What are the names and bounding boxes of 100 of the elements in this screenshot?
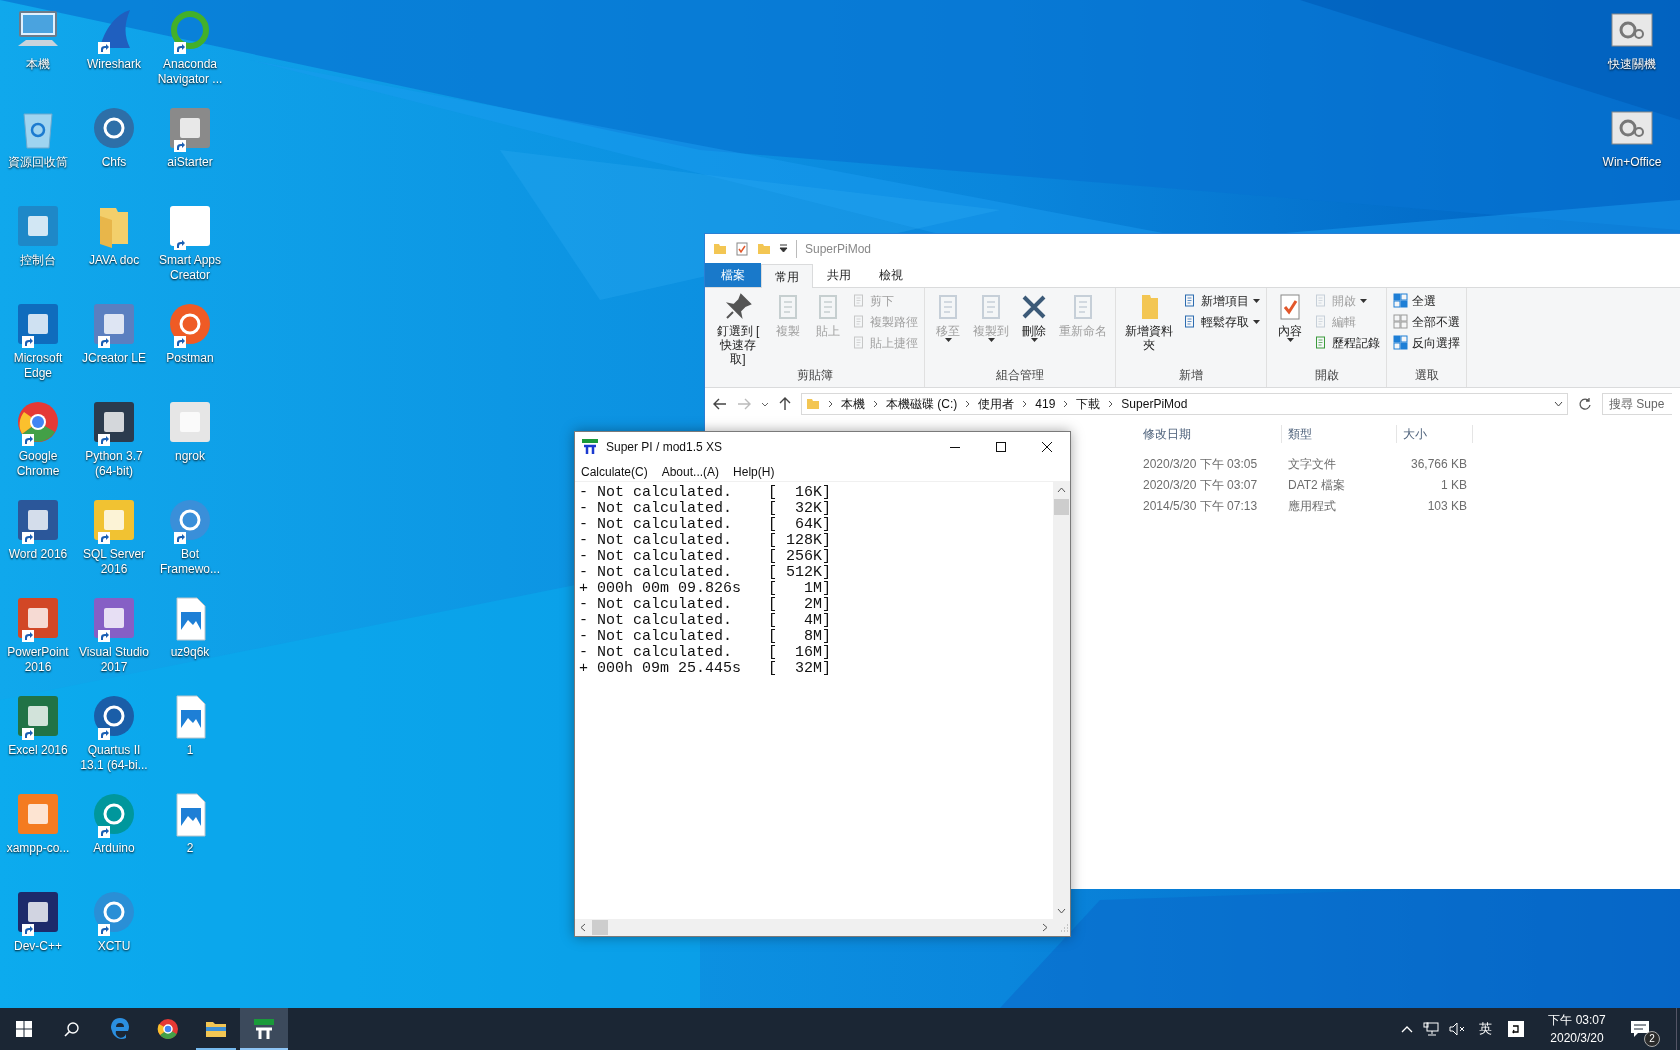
table-cell-text: 36,766 KB	[1409, 455, 1468, 473]
desktop-icon-label[interactable]: Python 3.7 (64-bit)	[77, 449, 151, 479]
desktop-icon-label[interactable]: Quartus II 13.1 (64-bi...	[77, 743, 151, 773]
desktop-icon-label[interactable]: Arduino	[77, 841, 151, 856]
clock[interactable]: 下午 03:07 2020/3/20	[1538, 1011, 1616, 1047]
desktop-icon-label[interactable]: JAVA doc	[77, 253, 151, 268]
chevron-up-icon[interactable]	[1401, 1025, 1413, 1033]
back-arrow-icon[interactable]	[713, 398, 727, 410]
desktop-icon-label[interactable]: Visual Studio 2017	[77, 645, 151, 675]
ribbon-tab[interactable]: 檔案	[705, 263, 761, 287]
breadcrumb-item[interactable]: 本機磁碟 (C:)	[886, 395, 958, 413]
refresh-icon[interactable]	[1578, 397, 1592, 411]
select-all-icon	[1393, 293, 1408, 308]
ribbon-tab[interactable]: 檢視	[865, 263, 917, 287]
browser-icon	[108, 1017, 132, 1041]
breadcrumb-item[interactable]: 使用者	[978, 395, 1015, 413]
input-language[interactable]: 英	[1479, 1019, 1492, 1039]
ribbon-button[interactable]: 歷程記錄	[1313, 332, 1380, 353]
desktop-icon-label[interactable]: Smart Apps Creator	[153, 253, 227, 283]
desktop-icon-label[interactable]: aiStarter	[153, 155, 227, 170]
chevron-icon[interactable]	[828, 400, 833, 408]
scrollbar-thumb[interactable]	[592, 920, 608, 935]
result-line: - Not calculated. [ 16K]	[579, 485, 833, 501]
chevron-icon[interactable]	[873, 400, 878, 408]
desktop-icon-label[interactable]: Dev-C++	[1, 939, 75, 954]
desktop-icon-label[interactable]: 本機	[1, 57, 75, 72]
desktop-icon-label[interactable]: PowerPoint 2016	[1, 645, 75, 675]
caret-icon[interactable]	[761, 401, 769, 407]
ribbon-button[interactable]: 全部不選	[1393, 311, 1460, 332]
breadcrumb-item[interactable]: SuperPiMod	[1121, 395, 1188, 413]
desktop-icon-label[interactable]: 1	[153, 743, 227, 758]
menu-item[interactable]: About...(A)	[661, 462, 720, 481]
up-arrow-icon[interactable]	[779, 397, 791, 411]
breadcrumb-item[interactable]: 下載	[1076, 395, 1101, 413]
caret-icon[interactable]	[1554, 401, 1563, 407]
ribbon-button[interactable]: 全選	[1393, 290, 1460, 311]
pin-icon	[723, 292, 753, 322]
desktop-icon-label[interactable]: Excel 2016	[1, 743, 75, 758]
address-bar[interactable]: 本機 本機磁碟 (C:) 使用者 419 下載 SuperPiMod	[801, 393, 1568, 415]
desktop-icon-label[interactable]: JCreator LE	[77, 351, 151, 366]
desktop-icon-label[interactable]: Bot Framewo...	[153, 547, 227, 577]
desktop-icon-label[interactable]: uz9q6k	[153, 645, 227, 660]
close-icon	[1042, 442, 1052, 452]
ribbon-button[interactable]: 釘選到 [ 快速存取]	[709, 288, 767, 366]
vertical-scrollbar[interactable]	[1053, 482, 1070, 919]
taskbar-app-button[interactable]	[240, 1008, 288, 1050]
column-header[interactable]: 類型	[1282, 425, 1397, 443]
menu-item[interactable]: Calculate(C)	[581, 462, 648, 481]
desktop-icon-label[interactable]: Anaconda Navigator ...	[153, 57, 227, 87]
ribbon-button[interactable]: 內容	[1271, 288, 1309, 366]
result-line: - Not calculated. [ 256K]	[579, 549, 833, 565]
desktop-icon-label[interactable]: Postman	[153, 351, 227, 366]
muted-speaker-icon[interactable]	[1449, 1022, 1467, 1036]
desktop-icon-label[interactable]: Word 2016	[1, 547, 75, 562]
desktop-icon-label[interactable]: xampp-co...	[1, 841, 75, 856]
chevron-icon[interactable]	[1022, 400, 1028, 408]
desktop-icon-label[interactable]: 控制台	[1, 253, 75, 268]
column-header[interactable]: 修改日期	[1137, 425, 1282, 443]
result-line: - Not calculated. [ 4M]	[579, 613, 833, 629]
ribbon-button[interactable]: 新增項目	[1182, 290, 1260, 311]
search-icon	[64, 1021, 80, 1037]
input-mode-icon[interactable]	[1508, 1021, 1524, 1037]
desktop-icon-label[interactable]: 資源回收筒	[1, 155, 75, 170]
network-icon[interactable]	[1423, 1022, 1439, 1036]
chevron-icon[interactable]	[1108, 400, 1114, 408]
desktop-icon-label[interactable]: 快速關機	[1608, 57, 1656, 72]
window-title: SuperPiMod	[796, 239, 872, 258]
breadcrumb-item[interactable]: 本機	[841, 395, 865, 413]
shortcut-arrow-icon	[98, 630, 110, 642]
search-field[interactable]: 搜尋 Supe	[1602, 393, 1672, 415]
desktop-icon-label[interactable]: ngrok	[153, 449, 227, 464]
chevron-icon[interactable]	[965, 400, 971, 408]
ribbon-tab[interactable]: 常用	[761, 264, 813, 288]
desktop-icon-label[interactable]: XCTU	[77, 939, 151, 954]
horizontal-scrollbar[interactable]	[575, 919, 1053, 936]
ribbon-button[interactable]: 刪除	[1015, 288, 1053, 366]
desktop-icon-label[interactable]: 2	[153, 841, 227, 856]
ribbon-button[interactable]: 新增資料夾	[1120, 288, 1178, 366]
desktop-icon-label[interactable]: Wireshark	[77, 57, 151, 72]
shortcut-arrow-icon	[98, 434, 110, 446]
dropdown-icon[interactable]	[779, 244, 788, 253]
desktop-icon-label[interactable]: SQL Server 2016	[77, 547, 151, 577]
column-header[interactable]: 大小	[1397, 425, 1473, 443]
menu-item[interactable]: Help(H)	[733, 462, 775, 481]
chevron-icon[interactable]	[1063, 400, 1069, 408]
ribbon-tab[interactable]: 共用	[813, 263, 865, 287]
desktop-icon-label[interactable]: Win+Office	[1602, 155, 1662, 170]
desktop-icon-label[interactable]: Chfs	[77, 155, 151, 170]
desktop-icon-label[interactable]: Microsoft Edge	[1, 351, 75, 381]
notification-icon[interactable]	[1630, 1020, 1650, 1038]
maximize-icon	[996, 442, 1006, 452]
folder-icon	[757, 241, 771, 256]
shortcut-arrow-icon	[98, 924, 110, 936]
ribbon-button[interactable]: 反向選擇	[1393, 332, 1460, 353]
breadcrumb-item[interactable]: 419	[1035, 395, 1056, 413]
ribbon-group-label: 開啟	[1313, 367, 1340, 384]
desktop-icon-label[interactable]: Google Chrome	[1, 449, 75, 479]
ribbon-group-label: 新增	[1178, 367, 1204, 384]
ribbon-button[interactable]: 輕鬆存取	[1182, 311, 1260, 332]
scrollbar-thumb[interactable]	[1054, 499, 1069, 515]
